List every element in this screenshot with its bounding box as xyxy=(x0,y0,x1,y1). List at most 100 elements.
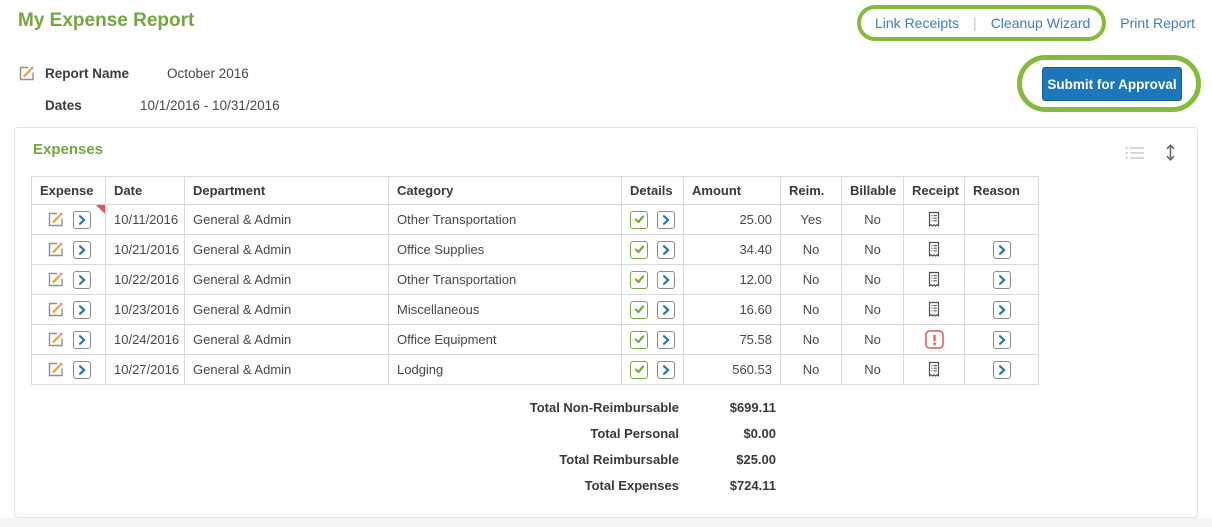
details-cell xyxy=(621,294,684,325)
total-row: Total Expenses $724.11 xyxy=(31,472,780,498)
expense-actions-cell xyxy=(31,234,106,265)
details-check-icon[interactable] xyxy=(630,210,649,229)
receipt-icon[interactable] xyxy=(927,241,941,259)
table-row: 10/21/2016 General & Admin Office Suppli… xyxy=(31,234,1039,265)
details-check-icon[interactable] xyxy=(630,270,649,289)
list-view-icon[interactable] xyxy=(1125,146,1144,160)
details-view-button[interactable] xyxy=(656,270,675,289)
totals-section: Total Non-Reimbursable $699.11 Total Per… xyxy=(31,394,780,498)
details-view-button[interactable] xyxy=(656,330,675,349)
receipt-icon[interactable] xyxy=(927,361,941,379)
expense-actions-cell xyxy=(31,264,106,295)
details-check-icon[interactable] xyxy=(630,300,649,319)
reason-view-button[interactable] xyxy=(992,330,1011,349)
details-check-icon[interactable] xyxy=(630,240,649,259)
details-cell xyxy=(621,264,684,295)
total-row: Total Reimbursable $25.00 xyxy=(31,446,780,472)
expenses-heading: Expenses xyxy=(33,141,104,158)
submit-for-approval-button[interactable]: Submit for Approval xyxy=(1042,67,1182,101)
report-name-value: October 2016 xyxy=(167,66,249,81)
amount-cell: 560.53 xyxy=(683,354,781,385)
reimbursable-cell: No xyxy=(780,294,842,325)
table-row: 10/22/2016 General & Admin Other Transpo… xyxy=(31,264,1039,295)
category-cell: Lodging xyxy=(388,354,622,385)
table-row: 10/27/2016 General & Admin Lodging 560.5… xyxy=(31,354,1039,385)
billable-cell: No xyxy=(841,324,904,355)
annotated-link-group: Link Receipts | Cleanup Wizard xyxy=(857,5,1107,41)
reason-view-button[interactable] xyxy=(992,240,1011,259)
col-category: Category xyxy=(388,176,622,205)
reason-view-button[interactable] xyxy=(992,360,1011,379)
edit-expense-button[interactable] xyxy=(46,271,64,289)
view-expense-button[interactable] xyxy=(72,360,91,379)
link-receipts-link[interactable]: Link Receipts xyxy=(875,15,959,31)
up-down-arrow-icon[interactable] xyxy=(1164,143,1177,162)
view-expense-button[interactable] xyxy=(72,210,91,229)
receipt-icon[interactable] xyxy=(927,301,941,319)
category-cell: Other Transportation xyxy=(388,264,622,295)
receipt-cell xyxy=(903,264,965,295)
reason-cell xyxy=(964,234,1039,265)
reason-view-button[interactable] xyxy=(992,300,1011,319)
cleanup-wizard-link[interactable]: Cleanup Wizard xyxy=(991,15,1091,31)
view-expense-button[interactable] xyxy=(72,330,91,349)
expense-actions-cell xyxy=(31,324,106,355)
date-cell: 10/21/2016 xyxy=(105,234,185,265)
view-expense-button[interactable] xyxy=(72,300,91,319)
details-view-button[interactable] xyxy=(656,360,675,379)
report-name-label: Report Name xyxy=(45,66,130,81)
edit-expense-button[interactable] xyxy=(46,331,64,349)
receipt-icon[interactable] xyxy=(927,271,941,289)
receipt-icon[interactable] xyxy=(927,211,941,229)
department-cell: General & Admin xyxy=(184,204,389,235)
receipt-cell xyxy=(903,324,965,355)
reimbursable-cell: No xyxy=(780,264,842,295)
reimbursable-cell: No xyxy=(780,354,842,385)
receipt-cell xyxy=(903,234,965,265)
unsaved-flag-icon xyxy=(96,205,105,214)
expense-table-body: 10/11/2016 General & Admin Other Transpo… xyxy=(31,204,1039,385)
receipt-cell xyxy=(903,354,965,385)
view-expense-button[interactable] xyxy=(72,270,91,289)
edit-expense-button[interactable] xyxy=(46,241,64,259)
view-expense-button[interactable] xyxy=(72,240,91,259)
total-value: $25.00 xyxy=(736,451,776,467)
department-cell: General & Admin xyxy=(184,324,389,355)
details-cell xyxy=(621,324,684,355)
expense-actions-cell xyxy=(31,294,106,325)
amount-cell: 25.00 xyxy=(683,204,781,235)
total-value: $699.11 xyxy=(729,399,776,415)
details-check-icon[interactable] xyxy=(630,360,649,379)
reimbursable-cell: Yes xyxy=(780,204,842,235)
edit-expense-button[interactable] xyxy=(46,211,64,229)
date-cell: 10/23/2016 xyxy=(105,294,185,325)
department-cell: General & Admin xyxy=(184,354,389,385)
reimbursable-cell: No xyxy=(780,234,842,265)
details-cell xyxy=(621,354,684,385)
details-check-icon[interactable] xyxy=(630,330,649,349)
edit-expense-button[interactable] xyxy=(46,301,64,319)
edit-expense-button[interactable] xyxy=(46,361,64,379)
total-label: Total Expenses xyxy=(584,477,679,493)
edit-report-name-icon[interactable] xyxy=(18,65,35,82)
details-view-button[interactable] xyxy=(656,300,675,319)
total-row: Total Non-Reimbursable $699.11 xyxy=(31,394,780,420)
total-label: Total Non-Reimbursable xyxy=(529,399,679,415)
details-cell xyxy=(621,204,684,235)
amount-cell: 75.58 xyxy=(683,324,781,355)
print-report-link[interactable]: Print Report xyxy=(1120,15,1195,31)
reason-cell xyxy=(964,324,1039,355)
table-row: 10/11/2016 General & Admin Other Transpo… xyxy=(31,204,1039,235)
col-receipt: Receipt xyxy=(903,176,965,205)
details-view-button[interactable] xyxy=(656,240,675,259)
reason-cell xyxy=(964,294,1039,325)
reimbursable-cell: No xyxy=(780,324,842,355)
billable-cell: No xyxy=(841,234,904,265)
details-view-button[interactable] xyxy=(656,210,675,229)
receipt-alert-icon[interactable] xyxy=(924,330,944,349)
col-reason: Reason xyxy=(964,176,1039,205)
col-billable: Billable xyxy=(841,176,904,205)
amount-cell: 16.60 xyxy=(683,294,781,325)
category-cell: Office Supplies xyxy=(388,234,622,265)
reason-view-button[interactable] xyxy=(992,270,1011,289)
